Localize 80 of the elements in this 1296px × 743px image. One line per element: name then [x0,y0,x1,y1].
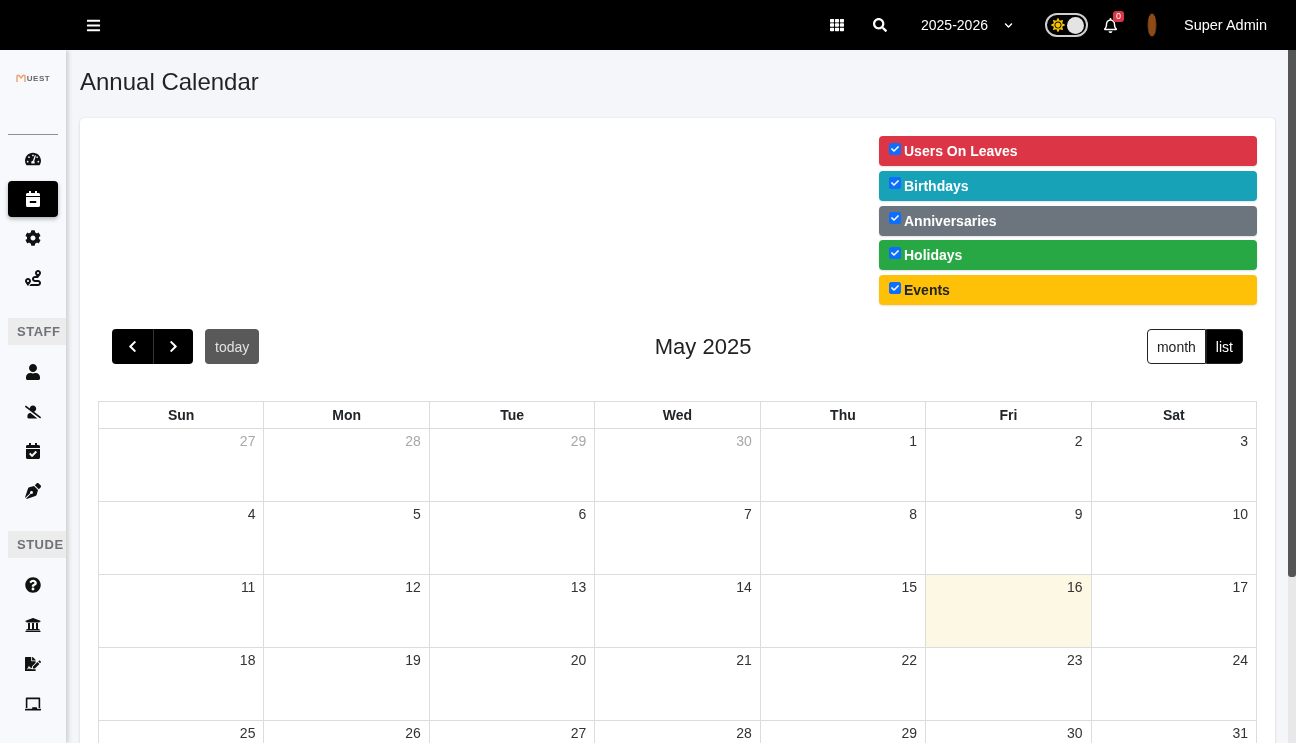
section-label: STUDE [8,531,66,558]
apps-grid-icon[interactable] [830,18,844,32]
day-number: 6 [578,506,587,523]
day-number: 28 [736,725,752,742]
day-number: 11 [240,579,256,596]
user-slash-icon [25,403,41,420]
route-icon [25,269,41,286]
gauge-icon [25,151,41,167]
day-number: 27 [570,725,587,742]
legend-label: Birthdays [904,177,969,194]
day-number: 17 [1232,579,1248,596]
menu-icon[interactable] [86,17,101,33]
day-number: 13 [570,579,587,596]
logo-text: UEST [26,74,51,83]
day-number: 20 [570,652,587,669]
day-number: 2 [1074,433,1083,450]
sidebar-item[interactable] [8,180,58,217]
year-select[interactable]: 2025-2026 [921,17,1013,33]
checkbox[interactable] [889,212,901,224]
search-icon[interactable] [873,18,887,32]
day-number: 8 [909,506,918,523]
sun-icon [1050,18,1065,32]
checkbox[interactable] [889,177,901,190]
day-number: 27 [239,433,256,450]
user-icon [25,364,41,380]
calendar-icon [25,190,41,207]
legend-label: Anniversaries [904,212,997,229]
calendar-title: May 2025 [654,333,752,360]
checkbox[interactable] [889,246,901,259]
day-number: 18 [239,652,256,669]
view-button[interactable]: list [1205,329,1243,364]
day-number: 29 [570,433,587,450]
theme-switch[interactable] [1044,13,1088,37]
logo-icon [15,74,26,83]
day-number: 23 [1067,652,1083,669]
question-icon [25,577,41,593]
board-icon [25,695,41,712]
day-number: 5 [413,506,421,523]
pen-nib-icon [25,482,41,499]
day-number: 22 [901,652,918,669]
day-number: 21 [736,652,752,669]
user-menu[interactable]: Super Admin [1183,17,1267,33]
notification-badge: 0 [1112,10,1124,22]
bank-icon [25,616,41,633]
view-button[interactable]: month [1146,329,1206,364]
document-pen-icon [25,656,41,672]
section-label: STAFF [8,318,66,345]
day-number: 16 [1067,579,1083,596]
day-number: 30 [1067,725,1083,742]
day-number: 3 [1240,433,1248,450]
day-number: 7 [743,506,752,523]
day-number: 1 [909,433,918,450]
day-number: 15 [901,579,918,596]
settings-icon [25,230,41,246]
day-number: 14 [736,579,752,596]
avatar-icon[interactable] [1146,13,1157,37]
day-number: 12 [405,579,421,596]
day-number: 25 [239,725,256,742]
legend-label: Events [904,282,950,298]
switch-knob [1066,16,1084,34]
day-number: 10 [1232,506,1248,523]
day-number: 19 [405,652,421,669]
page-title: Annual Calendar [80,67,260,97]
checkbox[interactable] [889,281,901,294]
checkbox[interactable] [889,142,901,155]
day-number: 30 [736,433,752,450]
previous-button[interactable] [112,329,153,364]
legend-label: Users On Leaves [904,143,1018,159]
scrollbar[interactable] [1288,50,1296,743]
day-number: 4 [247,506,256,523]
day-number: 31 [1232,725,1248,742]
day-number: 26 [405,725,421,742]
day-number: 29 [901,725,918,742]
day-number: 9 [1074,506,1083,523]
next-button[interactable] [152,329,193,364]
legend-label: Holidays [904,247,963,264]
day-number: 24 [1232,652,1248,669]
caret-icon [1003,20,1013,30]
calendar-check-icon [25,443,41,459]
day-number: 28 [405,433,421,450]
